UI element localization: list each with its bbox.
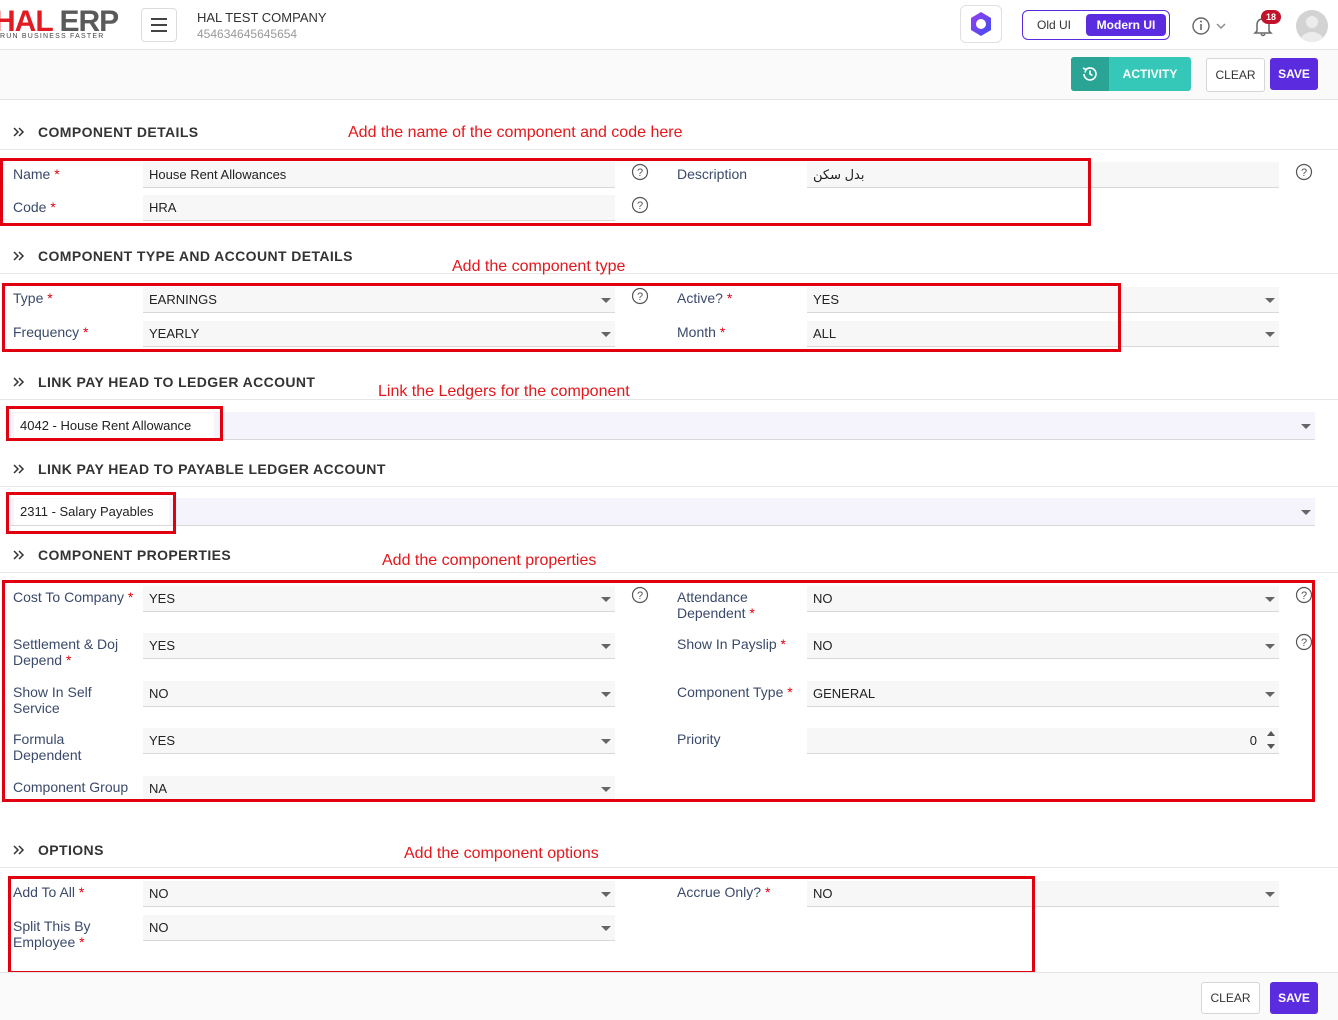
section-component-type-account[interactable]: COMPONENT TYPE AND ACCOUNT DETAILS: [0, 238, 1338, 274]
menu-line: [151, 24, 167, 26]
menu-line: [151, 18, 167, 20]
dropdown-caret-icon: [1265, 332, 1275, 337]
annotation-component-details: Add the name of the component and code h…: [348, 124, 683, 141]
payable-ledger-select[interactable]: [10, 498, 1315, 526]
annotation-properties: Add the component properties: [382, 552, 597, 569]
notification-count-badge: 18: [1261, 10, 1281, 24]
user-avatar-icon: [1301, 16, 1323, 42]
company-id: 454634645645654: [197, 27, 298, 41]
section-title: LINK PAY HEAD TO PAYABLE LEDGER ACCOUNT: [38, 461, 386, 477]
top-bar: HAL ERP RUN BUSINESS FASTER HAL TEST COM…: [0, 0, 1338, 50]
annotation-highlight-box: [2, 580, 1315, 802]
company-name: HAL TEST COMPANY: [197, 10, 327, 25]
section-title: COMPONENT DETAILS: [38, 124, 199, 140]
annotation-highlight-box: [0, 158, 1091, 226]
save-button-top[interactable]: SAVE: [1270, 58, 1318, 90]
info-icon: [1192, 17, 1226, 35]
annotation-options: Add the component options: [404, 845, 599, 862]
section-title: LINK PAY HEAD TO LEDGER ACCOUNT: [38, 374, 316, 390]
double-chevron-right-icon: [13, 251, 25, 261]
double-chevron-right-icon: [13, 550, 25, 560]
clear-button-top[interactable]: CLEAR: [1206, 58, 1265, 92]
help-icon[interactable]: ?: [1295, 163, 1313, 181]
modern-ui-option[interactable]: Modern UI: [1086, 14, 1166, 36]
old-ui-option[interactable]: Old UI: [1029, 15, 1079, 35]
annotation-highlight-box: [6, 492, 176, 534]
hamburger-menu-button[interactable]: [141, 8, 177, 42]
info-dropdown[interactable]: [1190, 14, 1230, 38]
dropdown-caret-icon: [1301, 510, 1311, 515]
activity-button[interactable]: ACTIVITY: [1071, 57, 1191, 91]
section-payable-ledger-account[interactable]: LINK PAY HEAD TO PAYABLE LEDGER ACCOUNT: [0, 451, 1338, 487]
user-avatar[interactable]: [1296, 10, 1328, 42]
ai-assistant-icon: [971, 12, 991, 36]
double-chevron-right-icon: [13, 377, 25, 387]
double-chevron-right-icon: [13, 464, 25, 474]
dropdown-caret-icon: [1301, 424, 1311, 429]
save-button-bottom[interactable]: SAVE: [1270, 982, 1318, 1014]
history-icon: [1071, 57, 1109, 91]
annotation-component-type: Add the component type: [452, 258, 626, 275]
activity-label: ACTIVITY: [1122, 67, 1178, 81]
section-title: COMPONENT PROPERTIES: [38, 547, 232, 563]
section-component-properties[interactable]: COMPONENT PROPERTIES: [0, 537, 1338, 573]
clear-button-bottom[interactable]: CLEAR: [1201, 982, 1260, 1014]
annotation-highlight-box: [2, 283, 1121, 352]
footer-action-bar: [0, 972, 1338, 1020]
annotation-highlight-box: [8, 876, 1035, 974]
double-chevron-right-icon: [13, 845, 25, 855]
dropdown-caret-icon: [1265, 892, 1275, 897]
logo-tagline: RUN BUSINESS FASTER: [0, 33, 105, 40]
ui-mode-toggle: Old UI Modern UI: [1022, 10, 1170, 40]
ai-assistant-button[interactable]: [960, 5, 1002, 43]
section-options[interactable]: OPTIONS: [0, 832, 1338, 868]
section-title: OPTIONS: [38, 842, 104, 858]
section-ledger-account[interactable]: LINK PAY HEAD TO LEDGER ACCOUNT: [0, 364, 1338, 400]
section-title: COMPONENT TYPE AND ACCOUNT DETAILS: [38, 248, 353, 264]
svg-text:?: ?: [1301, 167, 1307, 179]
hal-erp-logo[interactable]: HAL ERP RUN BUSINESS FASTER: [0, 6, 125, 44]
menu-line: [151, 30, 167, 32]
dropdown-caret-icon: [1265, 298, 1275, 303]
double-chevron-right-icon: [13, 127, 25, 137]
annotation-ledger: Link the Ledgers for the component: [378, 383, 630, 400]
annotation-highlight-box: [6, 406, 223, 441]
